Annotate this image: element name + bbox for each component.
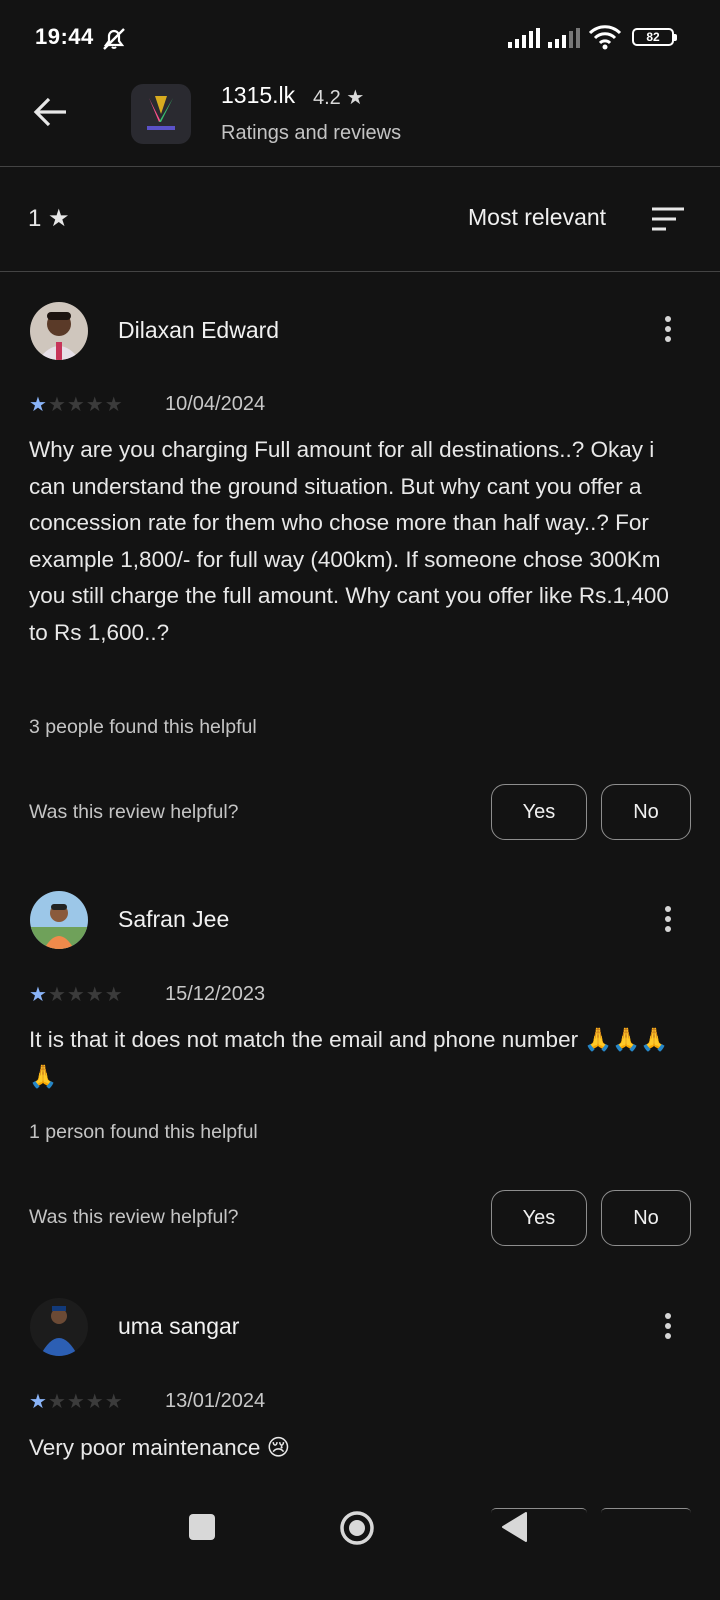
- more-vert-icon[interactable]: [656, 312, 680, 352]
- star-filter-chip[interactable]: 1 ★: [28, 204, 70, 233]
- helpful-no-button[interactable]: No: [601, 784, 691, 840]
- sort-dropdown-label[interactable]: Most relevant: [468, 204, 606, 231]
- sort-icon[interactable]: [650, 206, 686, 232]
- star-rating: ★★★★★: [29, 984, 124, 1006]
- helpful-count: 3 people found this helpful: [29, 716, 257, 738]
- reviewer-name: uma sangar: [118, 1313, 240, 1339]
- star-rating: ★★★★★: [29, 394, 124, 416]
- back-button[interactable]: [22, 90, 82, 134]
- reviewer-name: Safran Jee: [118, 906, 230, 932]
- page-subtitle: Ratings and reviews: [221, 122, 402, 144]
- app-name: 1315.lk: [221, 82, 296, 108]
- reviewer-avatar: [30, 891, 88, 949]
- reviewer-avatar: [30, 1298, 88, 1356]
- review-text: It is that it does not match the email a…: [29, 1027, 669, 1089]
- app-rating: 4.2 ★: [313, 87, 365, 109]
- helpful-count: 1 person found this helpful: [29, 1121, 258, 1143]
- reviewer-name: Dilaxan Edward: [118, 317, 280, 343]
- more-vert-icon[interactable]: [656, 1309, 680, 1349]
- review-date: 13/01/2024: [165, 1390, 266, 1412]
- app-logo-icon: [147, 96, 175, 130]
- battery-icon: 82: [632, 28, 677, 46]
- signal-icon: [548, 28, 580, 48]
- status-time: 19:44: [35, 24, 94, 49]
- more-vert-icon[interactable]: [656, 902, 680, 942]
- header-divider: [0, 166, 720, 167]
- signal-icon: [508, 28, 540, 48]
- helpful-yes-button[interactable]: Yes: [491, 1190, 587, 1246]
- helpful-question: Was this review helpful?: [29, 801, 239, 823]
- nav-recents-icon[interactable]: [189, 1514, 215, 1540]
- app-icon: [131, 84, 191, 144]
- nav-back-icon[interactable]: [500, 1510, 528, 1544]
- review-date: 10/04/2024: [165, 393, 266, 415]
- filter-divider: [0, 271, 720, 272]
- review-date: 15/12/2023: [165, 983, 266, 1005]
- back-arrow-icon: [33, 97, 66, 127]
- star-rating: ★★★★★: [29, 1391, 124, 1413]
- review-text: Why are you charging Full amount for all…: [29, 437, 669, 645]
- helpful-yes-button[interactable]: Yes: [491, 784, 587, 840]
- helpful-no-button[interactable]: No: [601, 1190, 691, 1246]
- mute-bell-icon: [103, 28, 125, 50]
- wifi-icon: [588, 25, 622, 50]
- nav-home-icon[interactable]: [339, 1510, 375, 1546]
- helpful-question: Was this review helpful?: [29, 1206, 239, 1228]
- reviewer-avatar: [30, 302, 88, 360]
- helpful-no-button-partial: [601, 1508, 691, 1513]
- review-text: Very poor maintenance 😢: [29, 1435, 291, 1460]
